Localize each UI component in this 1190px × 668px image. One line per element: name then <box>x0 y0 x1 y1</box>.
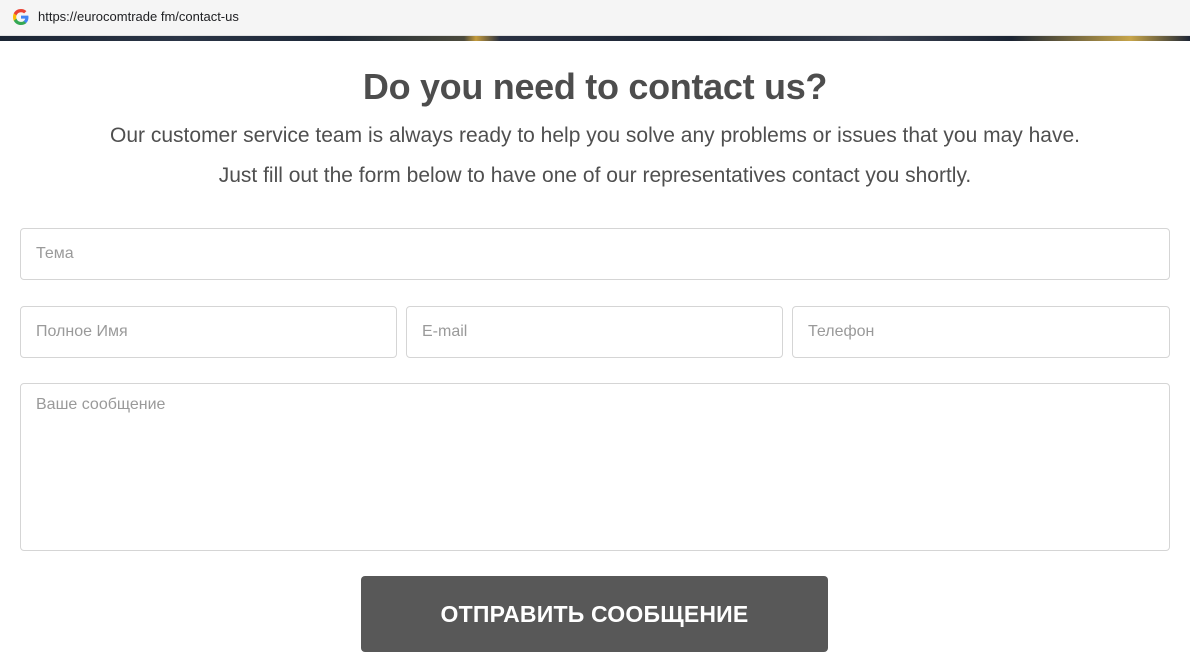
page-title: Do you need to contact us? <box>362 66 828 107</box>
google-g-icon <box>13 9 29 25</box>
hero-image-strip <box>0 36 1190 41</box>
subject-input[interactable] <box>20 228 1170 280</box>
message-textarea[interactable] <box>20 383 1170 551</box>
url-text[interactable]: https://eurocomtrade fm/contact-us <box>38 9 239 24</box>
page-subtitle-line1: Our customer service team is always read… <box>110 124 1080 147</box>
email-input[interactable] <box>406 306 783 358</box>
phone-input[interactable] <box>792 306 1170 358</box>
fullname-input[interactable] <box>20 306 397 358</box>
page-subtitle-line2: Just fill out the form below to have one… <box>218 164 972 187</box>
send-message-button[interactable]: ОТПРАВИТЬ СООБЩЕНИЕ <box>361 576 828 652</box>
browser-address-bar[interactable]: https://eurocomtrade fm/contact-us <box>0 0 1190 36</box>
